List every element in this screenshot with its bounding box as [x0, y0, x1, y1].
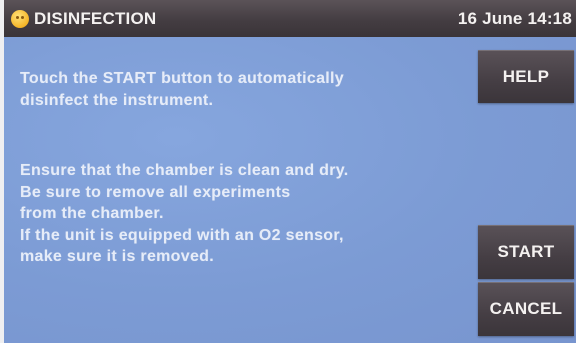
- screen-title: DISINFECTION: [34, 9, 157, 28]
- instruction-line: If the unit is equipped with an O2 senso…: [20, 226, 344, 244]
- start-button[interactable]: START: [478, 225, 574, 279]
- cancel-button[interactable]: CANCEL: [478, 282, 574, 336]
- warning-face-icon: [11, 10, 29, 28]
- instruction-message: Ensure that the chamber is clean and dry…: [20, 160, 349, 268]
- intro-message: Touch the START button to automatically …: [20, 68, 344, 111]
- date-time: 16 June 14:18: [457, 9, 572, 28]
- disinfection-screen: DISINFECTION 16 June 14:18 Touch the STA…: [4, 0, 576, 343]
- instruction-line: from the chamber.: [20, 205, 164, 222]
- title-bar: DISINFECTION 16 June 14:18: [4, 0, 576, 37]
- instruction-line: Be sure to remove all experiments: [20, 183, 291, 201]
- instruction-line: make sure it is removed.: [20, 248, 214, 265]
- intro-line: disinfect the instrument.: [20, 91, 214, 109]
- instruction-line: Ensure that the chamber is clean and dry…: [20, 162, 349, 179]
- help-button[interactable]: HELP: [478, 50, 574, 103]
- intro-line: Touch the START button to automatically: [20, 70, 344, 87]
